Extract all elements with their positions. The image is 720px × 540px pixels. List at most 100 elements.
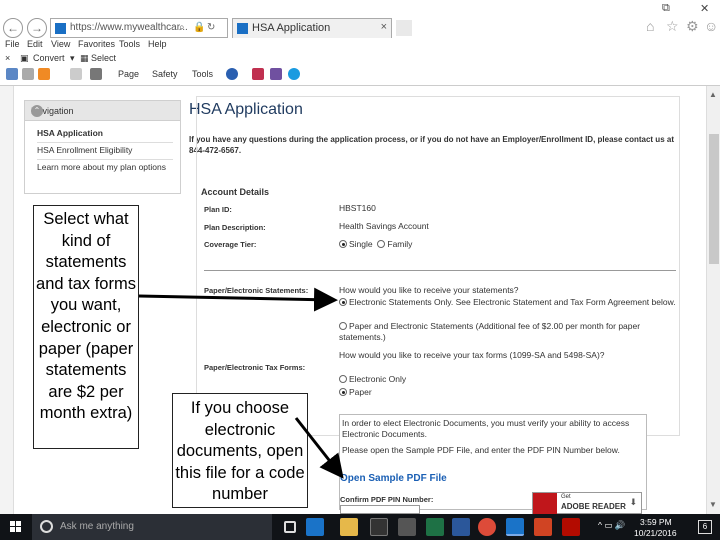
electronic-statements-text: Electronic Statements Only. See Electron… (349, 297, 676, 307)
powerpoint-icon[interactable] (534, 518, 552, 536)
paper-tax-text: Paper (349, 387, 372, 397)
statements-option-electronic[interactable]: Electronic Statements Only. See Electron… (339, 297, 679, 308)
download-icon: ⬇ (629, 497, 637, 507)
scroll-down-icon[interactable]: ▼ (709, 500, 717, 509)
menu-view[interactable]: View (51, 39, 70, 49)
clock-date[interactable]: 10/21/2016 (634, 528, 677, 538)
help-icon[interactable] (226, 68, 238, 80)
notification-center-icon[interactable]: 6 (698, 520, 712, 534)
vertical-scrollbar[interactable]: ▲ ▼ (706, 86, 720, 514)
command-bar: Page Safety Tools (0, 66, 720, 84)
word-icon[interactable] (452, 518, 470, 536)
settings-gear-icon[interactable]: ⚙ (686, 18, 699, 35)
close-window-button[interactable]: ✕ (700, 2, 709, 15)
radio-single-label: Single (349, 239, 373, 249)
edge-icon[interactable] (306, 518, 324, 536)
read-mail-icon[interactable] (70, 68, 82, 80)
acrobat-icon[interactable] (562, 518, 580, 536)
task-view-icon[interactable] (284, 521, 296, 533)
get-adobe-reader-button[interactable]: Get ADOBE READER ⬇ (532, 492, 642, 515)
store-icon[interactable] (370, 518, 388, 536)
rss-feed-icon[interactable] (38, 68, 50, 80)
tools-menu[interactable]: Tools (192, 69, 213, 79)
menu-tools[interactable]: Tools (119, 39, 140, 49)
pin-number-input[interactable] (340, 505, 420, 514)
edocs-text-2: Please open the Sample PDF File, and ent… (342, 445, 620, 455)
statements-label: Paper/Electronic Statements: (204, 286, 309, 295)
radio-paper-statements[interactable] (339, 322, 347, 330)
tax-option-paper[interactable]: Paper (339, 387, 679, 398)
add-favorite-icon[interactable] (6, 68, 18, 80)
convert-button[interactable]: Convert (33, 53, 65, 63)
account-details-box (196, 96, 680, 436)
radio-electronic-statements[interactable] (339, 298, 347, 306)
navigation-header[interactable]: Navigation ⌃ (25, 101, 180, 121)
print-icon[interactable] (90, 68, 102, 80)
tab-close-icon[interactable]: × (381, 21, 387, 33)
select-button[interactable]: Select (91, 53, 116, 63)
back-button[interactable]: ← (3, 18, 23, 38)
refresh-icon[interactable]: ↻ (207, 22, 215, 33)
tray-icons[interactable]: ^ ▭ 🔊 (598, 520, 625, 531)
home-icon[interactable]: ⌂ (646, 18, 654, 34)
add-favorite-dropdown-icon[interactable] (22, 68, 34, 80)
address-bar[interactable]: https://www.mywealthcar... ⌕ 🔒 ↻ (50, 18, 228, 38)
cortana-icon (40, 520, 53, 533)
radio-single[interactable] (339, 240, 347, 248)
excel-icon[interactable] (426, 518, 444, 536)
nav-item-enrollment-eligibility[interactable]: HSA Enrollment Eligibility (37, 145, 132, 155)
app-icon[interactable] (398, 518, 416, 536)
statements-question: How would you like to receive your state… (339, 285, 519, 295)
radio-family[interactable] (377, 240, 386, 248)
tab-hsa-application[interactable]: HSA Application × (232, 18, 392, 38)
statements-option-paper[interactable]: Paper and Electronic Statements (Additio… (339, 321, 679, 342)
scroll-up-icon[interactable]: ▲ (709, 90, 717, 99)
adobe-get-text: Get (561, 494, 571, 500)
addon-icon-2[interactable] (270, 68, 282, 80)
file-explorer-icon[interactable] (340, 518, 358, 536)
tab-title: HSA Application (252, 22, 331, 34)
favbar-close-icon[interactable]: × (5, 53, 10, 63)
nav-item-hsa-application[interactable]: HSA Application (37, 128, 103, 138)
windows-start-icon[interactable] (10, 521, 22, 533)
browser-chrome: ← → https://www.mywealthcar... ⌕ 🔒 ↻ HSA… (0, 0, 720, 86)
tab-favicon-icon (237, 23, 248, 34)
collapse-chevron-icon[interactable]: ⌃ (31, 105, 43, 117)
annotation-pdf: If you choose electronic documents, open… (172, 393, 308, 508)
radio-electronic-tax[interactable] (339, 375, 347, 383)
internet-explorer-icon[interactable] (506, 518, 524, 536)
menu-edit[interactable]: Edit (27, 39, 43, 49)
lock-icon: 🔒 (193, 22, 206, 33)
smiley-icon[interactable]: ☺ (704, 18, 718, 34)
divider (37, 142, 173, 143)
clock-time[interactable]: 3:59 PM (640, 517, 672, 527)
tax-forms-question: How would you like to receive your tax f… (339, 350, 605, 360)
forward-button[interactable]: → (27, 18, 47, 38)
safety-menu[interactable]: Safety (152, 69, 178, 79)
radio-paper-tax[interactable] (339, 388, 347, 396)
convert-dropdown-icon[interactable]: ▾ (70, 53, 75, 64)
search-placeholder: Ask me anything (60, 521, 134, 532)
open-sample-pdf-link[interactable]: Open Sample PDF File (340, 473, 447, 484)
addon-icon[interactable] (252, 68, 264, 80)
left-gutter (0, 86, 14, 514)
favorites-star-icon[interactable]: ☆ (666, 18, 679, 35)
scrollbar-thumb[interactable] (709, 134, 719, 264)
page-menu[interactable]: Page (118, 69, 139, 79)
nav-item-plan-options[interactable]: Learn more about my plan options (37, 162, 166, 172)
search-icon[interactable]: ⌕ (179, 22, 185, 33)
menu-help[interactable]: Help (148, 39, 167, 49)
site-favicon-icon (55, 23, 66, 34)
menu-file[interactable]: File (5, 39, 20, 49)
menu-bar: File Edit View Favorites Tools Help (0, 38, 720, 52)
plan-id-value: HBST160 (339, 203, 376, 213)
tax-option-electronic[interactable]: Electronic Only (339, 374, 679, 385)
favorites-bar: × ▣ Convert ▾ ▦ Select (0, 52, 720, 66)
menu-favorites[interactable]: Favorites (78, 39, 115, 49)
restore-window-button[interactable]: ⧉ (662, 2, 670, 15)
chrome-icon[interactable] (478, 518, 496, 536)
skype-icon[interactable] (288, 68, 300, 80)
convert-pdf-icon: ▣ (20, 53, 29, 63)
new-tab-button[interactable] (396, 20, 412, 36)
cortana-search-box[interactable]: Ask me anything (32, 514, 272, 540)
